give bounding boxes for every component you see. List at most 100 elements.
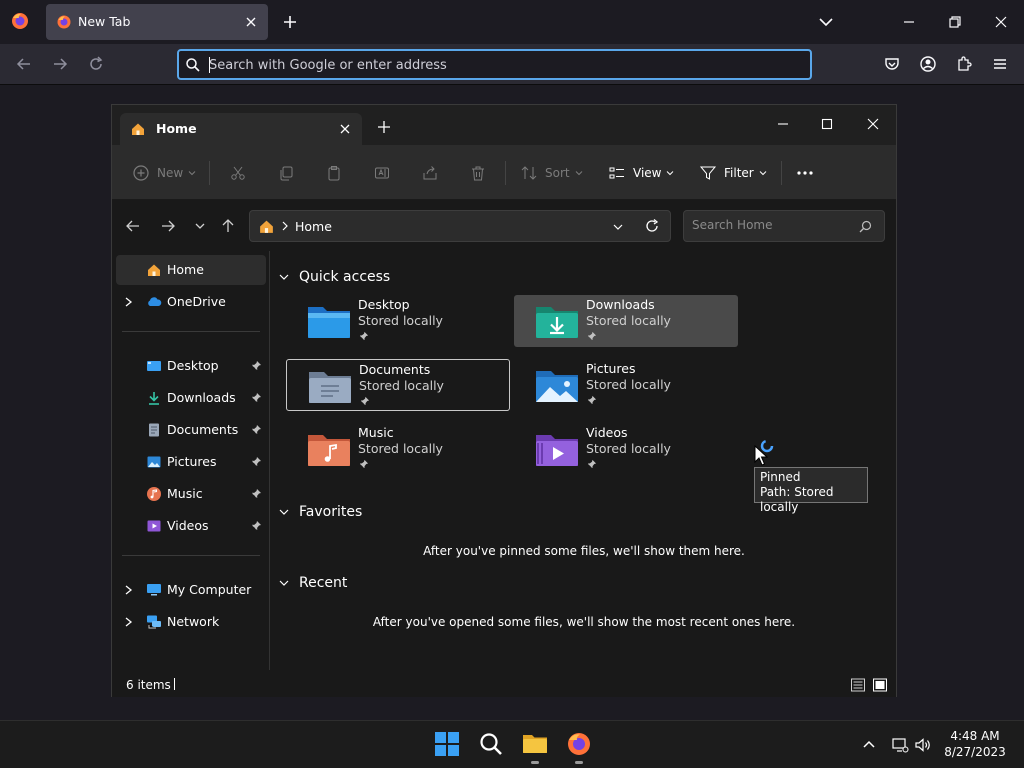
cut-button[interactable] — [229, 161, 247, 185]
url-input[interactable] — [209, 55, 789, 75]
paste-button[interactable] — [325, 161, 343, 185]
nav-item-documents[interactable]: Documents — [116, 415, 266, 445]
copy-button[interactable] — [277, 161, 295, 185]
filter-button[interactable]: Filter — [699, 161, 767, 185]
tooltip-line-pinned: Pinned — [760, 470, 801, 484]
system-clock[interactable]: 4:48 AM 8/27/2023 — [940, 728, 1010, 760]
explorer-close-icon[interactable] — [861, 112, 885, 136]
nav-item-music[interactable]: Music — [116, 479, 266, 509]
pin-icon[interactable] — [251, 360, 262, 371]
nav-item-my-computer[interactable]: My Computer — [116, 575, 266, 605]
expand-chevron-right-icon[interactable] — [124, 617, 133, 627]
add-tab-plus-icon[interactable] — [376, 119, 392, 135]
expand-chevron-right-icon[interactable] — [124, 297, 133, 307]
firefox-view-icon[interactable] — [10, 11, 30, 31]
see-more-button[interactable] — [796, 161, 814, 185]
forward-arrow-icon[interactable] — [159, 217, 177, 235]
status-divider — [174, 678, 175, 690]
folder-tile-music[interactable]: Music Stored locally — [286, 423, 510, 475]
windows-start-icon[interactable] — [434, 731, 460, 757]
nav-item-pictures[interactable]: Pictures — [116, 447, 266, 477]
address-dropdown-chevron-icon[interactable] — [612, 221, 624, 233]
nav-item-label: Network — [167, 614, 220, 629]
close-tab-icon[interactable] — [242, 13, 260, 31]
details-view-icon[interactable] — [850, 677, 866, 693]
search-box[interactable] — [683, 210, 885, 242]
volume-speaker-icon[interactable] — [914, 736, 932, 754]
explorer-maximize-icon[interactable] — [815, 112, 839, 136]
breadcrumb-bar[interactable]: Home — [249, 210, 671, 242]
app-menu-hamburger-icon[interactable] — [990, 54, 1010, 74]
show-hidden-icons-chevron-up-icon[interactable] — [860, 736, 878, 754]
address-row: Home — [112, 201, 896, 251]
back-arrow-icon[interactable] — [14, 54, 34, 74]
close-tab-icon[interactable] — [336, 120, 354, 138]
network-status-icon[interactable] — [891, 736, 909, 754]
sort-arrows-icon — [521, 166, 537, 180]
section-title: Quick access — [299, 269, 391, 285]
address-bar[interactable] — [177, 49, 812, 80]
explorer-minimize-icon[interactable] — [771, 112, 795, 136]
pin-icon[interactable] — [251, 424, 262, 435]
back-arrow-icon[interactable] — [124, 217, 142, 235]
list-all-tabs-chevron-icon[interactable] — [816, 12, 836, 32]
view-button[interactable]: View — [608, 161, 674, 185]
quick-access-header[interactable]: Quick access — [278, 267, 390, 287]
folder-name: Desktop — [358, 297, 410, 312]
new-tab-plus-icon[interactable] — [280, 12, 300, 32]
browser-tab-new-tab[interactable]: New Tab — [46, 4, 268, 40]
file-explorer-folder-icon[interactable] — [522, 731, 548, 757]
folder-tile-downloads[interactable]: Downloads Stored locally — [514, 295, 738, 347]
nav-item-home[interactable]: Home — [116, 255, 266, 285]
browser-tab-bar: New Tab — [0, 0, 1024, 44]
onedrive-cloud-icon — [148, 297, 162, 306]
delete-button[interactable] — [469, 161, 487, 185]
nav-item-label: Videos — [167, 518, 209, 533]
pin-icon[interactable] — [251, 520, 262, 531]
clock-time: 4:48 AM — [950, 729, 1000, 743]
nav-item-downloads[interactable]: Downloads — [116, 383, 266, 413]
breadcrumb-home[interactable]: Home — [295, 219, 332, 234]
favorites-header[interactable]: Favorites — [278, 502, 362, 522]
share-button[interactable] — [421, 161, 439, 185]
folder-name: Pictures — [586, 361, 636, 376]
recent-empty-message: After you've opened some files, we'll sh… — [372, 615, 796, 629]
sort-button[interactable]: Sort — [520, 161, 583, 185]
pin-icon[interactable] — [251, 456, 262, 467]
pin-icon[interactable] — [251, 488, 262, 499]
recent-header[interactable]: Recent — [278, 573, 347, 593]
new-button[interactable]: New — [132, 161, 196, 185]
folder-tile-pictures[interactable]: Pictures Stored locally — [514, 359, 738, 411]
search-input[interactable] — [692, 218, 852, 232]
nav-item-desktop[interactable]: Desktop — [116, 351, 266, 381]
pocket-icon[interactable] — [882, 54, 902, 74]
nav-item-onedrive[interactable]: OneDrive — [116, 287, 266, 317]
expand-chevron-right-icon[interactable] — [124, 585, 133, 595]
rename-button[interactable] — [373, 161, 391, 185]
up-arrow-icon[interactable] — [219, 217, 237, 235]
folder-tile-videos[interactable]: Videos Stored locally — [514, 423, 738, 475]
pin-icon[interactable] — [251, 392, 262, 403]
explorer-tab-home[interactable]: Home — [120, 113, 362, 145]
browser-restore-icon[interactable] — [945, 12, 965, 32]
tiles-view-icon[interactable] — [872, 677, 888, 693]
folder-tile-desktop[interactable]: Desktop Stored locally — [286, 295, 510, 347]
reload-icon[interactable] — [86, 54, 106, 74]
item-count: 6 items — [126, 678, 171, 692]
nav-item-videos[interactable]: Videos — [116, 511, 266, 541]
browser-close-icon[interactable] — [991, 12, 1011, 32]
sort-button-label: Sort — [545, 166, 570, 180]
account-icon[interactable] — [918, 54, 938, 74]
extensions-puzzle-icon[interactable] — [954, 54, 974, 74]
recent-locations-chevron-icon[interactable] — [191, 217, 209, 235]
breadcrumb-chevron-right-icon[interactable] — [281, 221, 289, 231]
folder-tile-documents[interactable]: Documents Stored locally — [286, 359, 510, 411]
forward-arrow-icon[interactable] — [50, 54, 70, 74]
search-icon[interactable] — [478, 731, 504, 757]
folder-name: Documents — [359, 362, 431, 377]
nav-item-network[interactable]: Network — [116, 607, 266, 637]
nav-separator — [122, 555, 260, 556]
browser-minimize-icon[interactable] — [899, 12, 919, 32]
firefox-icon[interactable] — [566, 731, 592, 757]
refresh-icon[interactable] — [644, 218, 660, 234]
